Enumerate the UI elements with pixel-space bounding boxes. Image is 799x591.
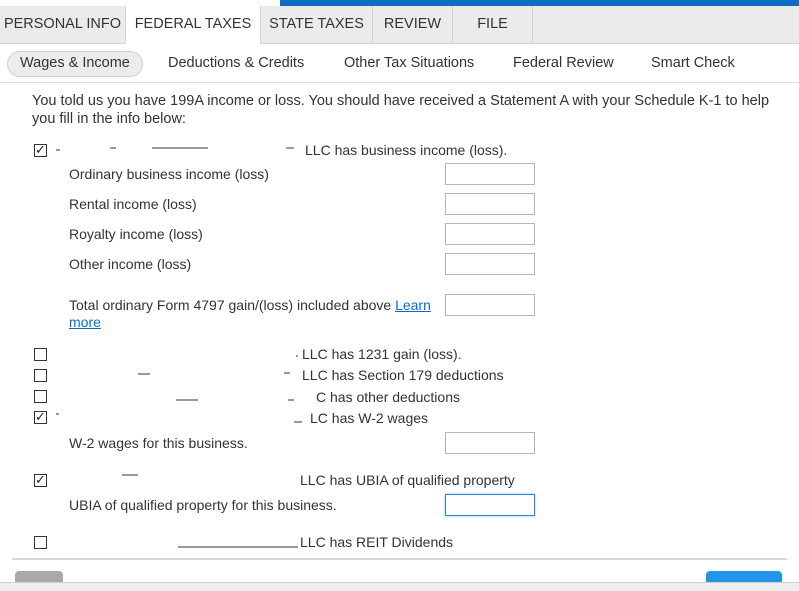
ubia-amount-input[interactable] <box>445 494 535 516</box>
tab-review[interactable]: REVIEW <box>373 6 453 43</box>
form4797-label: Total ordinary Form 4797 gain/(loss) inc… <box>69 297 439 331</box>
main-tabs: PERSONAL INFO FEDERAL TAXES STATE TAXES … <box>0 6 799 44</box>
redaction-mark <box>178 546 298 548</box>
ubia-amount-label: UBIA of qualified property for this busi… <box>69 497 337 513</box>
other-deductions-label: C has other deductions <box>316 389 460 405</box>
reit-checkbox[interactable] <box>34 536 47 549</box>
ordinary-income-input[interactable] <box>445 163 535 185</box>
redaction-mark <box>286 147 294 149</box>
ubia-checkbox[interactable]: ✓ <box>34 472 47 487</box>
subtab-wages-income[interactable]: Wages & Income <box>7 51 143 77</box>
redaction-mark <box>288 399 294 401</box>
subtab-other-tax-situations[interactable]: Other Tax Situations <box>344 51 474 75</box>
header-divider <box>0 82 799 83</box>
redaction-mark <box>294 421 302 423</box>
rental-income-input[interactable] <box>445 193 535 215</box>
tab-federal-taxes[interactable]: FEDERAL TAXES <box>126 6 261 44</box>
checkmark-icon: ✓ <box>35 142 46 157</box>
business-income-checkbox[interactable]: ✓ <box>34 142 47 157</box>
redaction-mark <box>296 355 298 357</box>
w2-amount-input[interactable] <box>445 432 535 454</box>
tab-file[interactable]: FILE <box>453 6 533 43</box>
redaction-mark <box>56 413 59 415</box>
w2-wages-label: LC has W-2 wages <box>310 410 429 426</box>
subtab-federal-review[interactable]: Federal Review <box>513 51 614 75</box>
w2-amount-label: W-2 wages for this business. <box>69 435 248 451</box>
other-deductions-checkbox[interactable] <box>34 390 47 403</box>
reit-label: LLC has REIT Dividends <box>300 534 454 550</box>
redaction-mark <box>176 399 198 401</box>
checkmark-icon: ✓ <box>35 472 46 487</box>
rental-income-label: Rental income (loss) <box>69 196 197 212</box>
subtab-deductions-credits[interactable]: Deductions & Credits <box>168 51 304 75</box>
section-179-label: LLC has Section 179 deductions <box>302 367 504 383</box>
ubia-section-label: LLC has UBIA of qualified property <box>300 472 515 488</box>
redaction-mark <box>284 372 290 374</box>
w2-wages-checkbox[interactable]: ✓ <box>34 409 47 424</box>
business-income-label: LLC has business income (loss). <box>305 142 508 158</box>
redaction-mark <box>138 373 150 375</box>
redaction-mark <box>56 149 60 151</box>
redaction-mark <box>152 147 208 149</box>
intro-text: You told us you have 199A income or loss… <box>32 93 770 127</box>
content-divider <box>12 558 787 560</box>
form4797-text: Total ordinary Form 4797 gain/(loss) inc… <box>69 297 392 313</box>
royalty-income-label: Royalty income (loss) <box>69 226 203 242</box>
section-179-checkbox[interactable] <box>34 369 47 382</box>
redaction-mark <box>110 147 116 149</box>
redaction-mark <box>122 474 138 476</box>
checkmark-icon: ✓ <box>35 409 46 424</box>
form4797-input[interactable] <box>445 294 535 316</box>
sub-tabs: Wages & Income Deductions & Credits Othe… <box>0 44 799 82</box>
gain-1231-checkbox[interactable] <box>34 348 47 361</box>
other-income-input[interactable] <box>445 253 535 275</box>
ordinary-income-label: Ordinary business income (loss) <box>69 166 269 182</box>
tab-personal-info[interactable]: PERSONAL INFO <box>0 6 126 43</box>
royalty-income-input[interactable] <box>445 223 535 245</box>
gain-1231-label: LLC has 1231 gain (loss). <box>302 346 462 362</box>
subtab-smart-check[interactable]: Smart Check <box>651 51 735 75</box>
tab-state-taxes[interactable]: STATE TAXES <box>261 6 373 43</box>
other-income-label: Other income (loss) <box>69 256 192 272</box>
